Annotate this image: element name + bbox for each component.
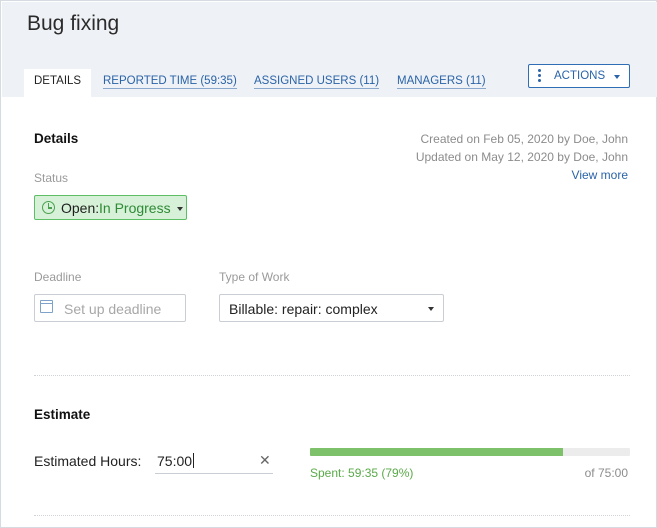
caret-down-icon xyxy=(614,75,620,79)
clear-icon[interactable]: ✕ xyxy=(259,452,271,469)
tab-managers[interactable]: MANAGERS (11) xyxy=(397,69,486,97)
created-info: Created on Feb 05, 2020 by Doe, John xyxy=(420,132,628,146)
task-panel: Bug fixing DETAILS REPORTED TIME (59:35)… xyxy=(0,0,657,528)
progress-fill xyxy=(310,448,563,456)
tab-label: REPORTED TIME (59:35) xyxy=(103,75,237,89)
calendar-icon xyxy=(40,300,53,313)
deadline-placeholder: Set up deadline xyxy=(64,301,162,317)
section-divider xyxy=(34,515,630,516)
spent-text: Spent: 59:35 (79%) xyxy=(310,466,414,480)
more-vertical-icon xyxy=(538,68,542,84)
status-dropdown[interactable]: Open: In Progress xyxy=(34,195,187,220)
tab-label: ASSIGNED USERS (11) xyxy=(254,75,380,89)
estimated-hours-value: 75:00 xyxy=(157,453,195,469)
view-more-link[interactable]: View more xyxy=(572,168,628,182)
tab-label: MANAGERS (11) xyxy=(397,75,486,89)
estimated-hours-input[interactable]: 75:00 ✕ xyxy=(155,449,273,474)
status-label: Status xyxy=(34,171,69,185)
tab-assigned-users[interactable]: ASSIGNED USERS (11) xyxy=(254,69,380,97)
header: Bug fixing DETAILS REPORTED TIME (59:35)… xyxy=(2,2,657,97)
actions-button[interactable]: ACTIONS xyxy=(528,64,630,88)
status-value: In Progress xyxy=(99,200,171,216)
caret-down-icon xyxy=(428,307,434,311)
type-of-work-value: Billable: repair: complex xyxy=(229,301,378,317)
deadline-input[interactable]: Set up deadline xyxy=(34,294,186,322)
tab-reported-time[interactable]: REPORTED TIME (59:35) xyxy=(103,69,237,97)
total-text: of 75:00 xyxy=(584,466,628,480)
deadline-label: Deadline xyxy=(34,270,82,284)
tab-label: DETAILS xyxy=(34,75,82,87)
type-of-work-select[interactable]: Billable: repair: complex xyxy=(219,294,444,322)
tab-details[interactable]: DETAILS xyxy=(24,69,92,97)
status-prefix: Open: xyxy=(61,200,100,216)
page-title: Bug fixing xyxy=(27,12,120,35)
caret-down-icon xyxy=(177,207,183,211)
actions-label: ACTIONS xyxy=(554,70,606,82)
section-divider xyxy=(34,375,630,376)
estimated-hours-label: Estimated Hours: xyxy=(34,453,142,469)
clock-icon xyxy=(42,201,55,214)
progress-bar xyxy=(310,448,630,456)
details-title: Details xyxy=(34,131,79,146)
type-of-work-label: Type of Work xyxy=(219,270,290,284)
estimate-title: Estimate xyxy=(34,407,91,422)
updated-info: Updated on May 12, 2020 by Doe, John xyxy=(415,150,628,164)
